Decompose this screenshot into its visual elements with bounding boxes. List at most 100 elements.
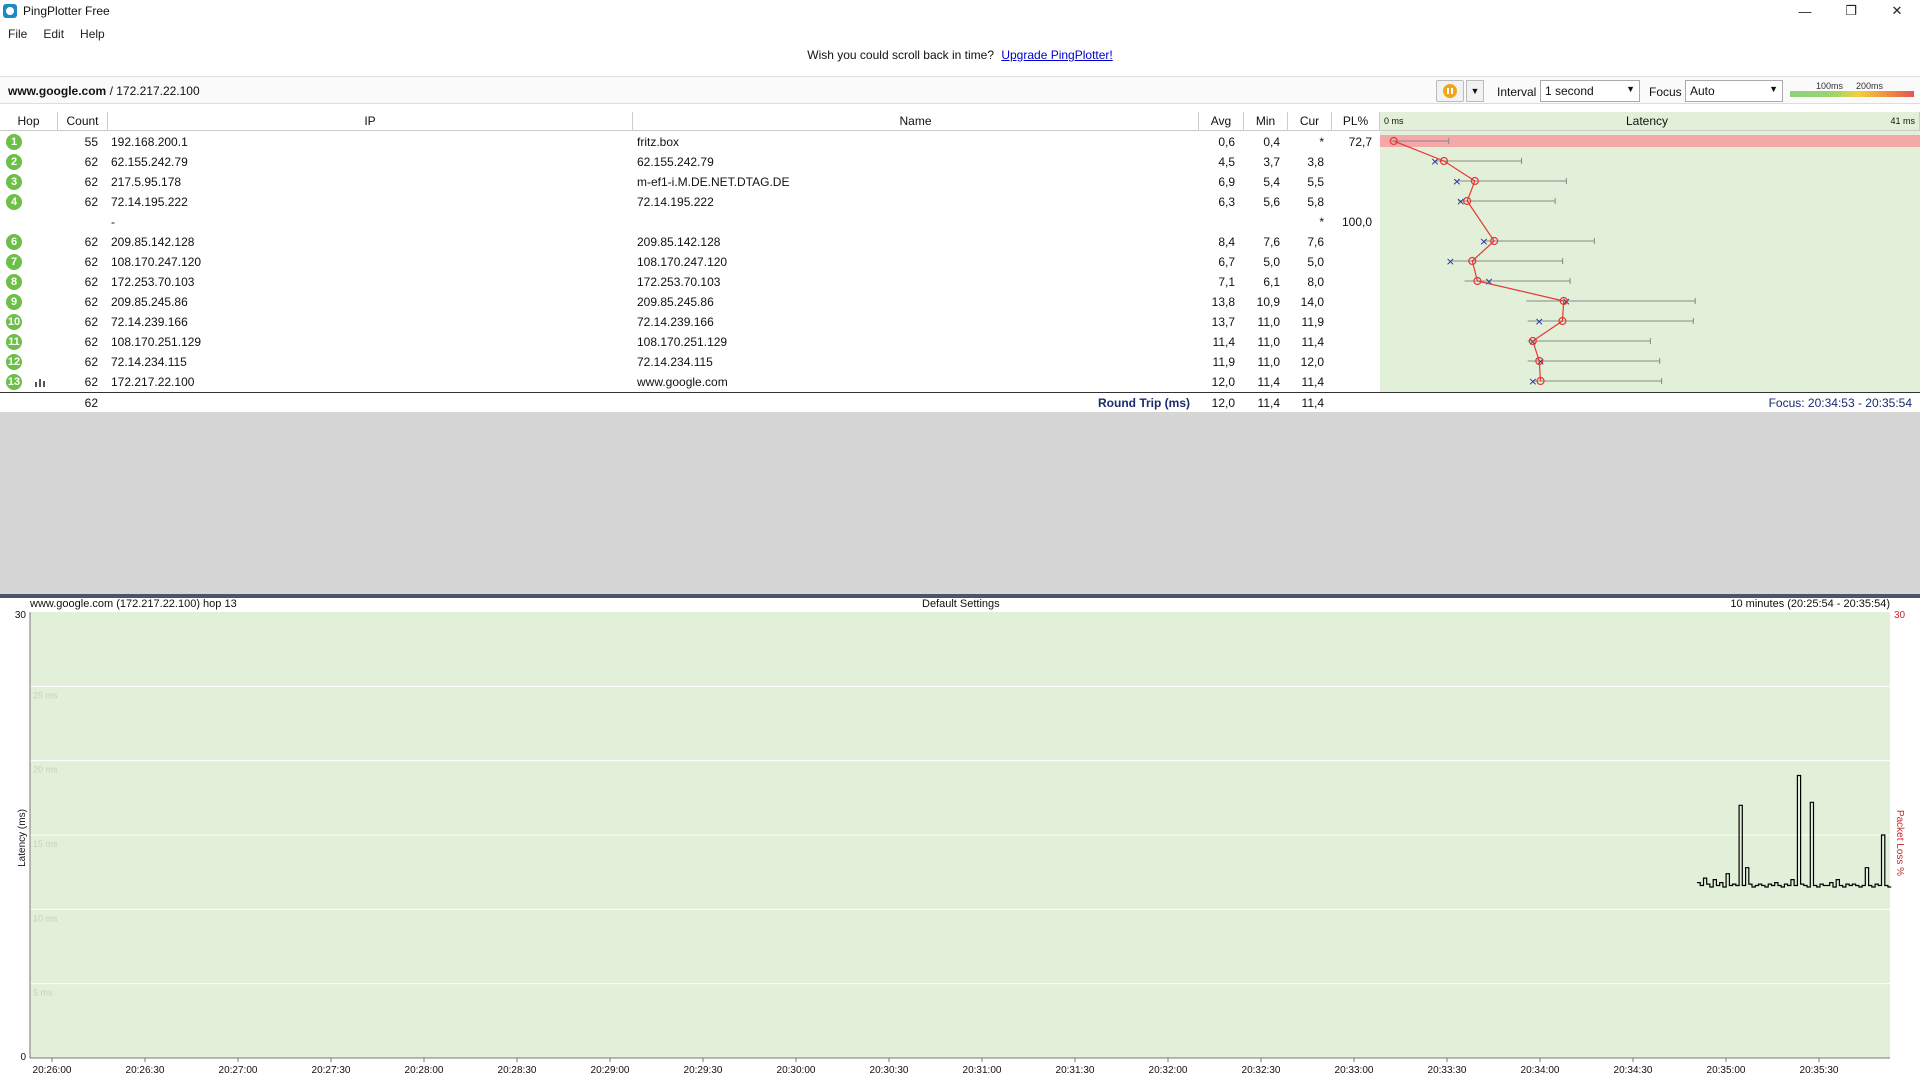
x-tick-label: 20:32:00 [1149,1065,1188,1076]
upgrade-banner: Wish you could scroll back in time? Upgr… [0,48,1920,66]
hop-name: m-ef1-i.M.DE.NET.DTAG.DE [637,175,790,189]
table-row[interactable]: 1 55 192.168.200.1 fritz.box 0,6 0,4 * 72,7 [0,132,1380,152]
hop-cur: 5,8 [1307,195,1324,209]
col-header-avg[interactable]: Avg [1199,112,1244,131]
hop-avg: 0,6 [1218,135,1235,149]
target-address[interactable]: www.google.com / 172.217.22.100 [8,84,200,98]
close-button[interactable]: ✕ [1874,0,1920,22]
table-row[interactable]: 7 62 108.170.247.120 108.170.247.120 6,7 5,0 5… [0,252,1380,272]
hop-cur: * [1319,215,1324,229]
table-row[interactable]: 6 62 209.85.142.128 209.85.142.128 8,4 7,6 7,6 [0,232,1380,252]
y-tick-label: 5 ms [33,988,53,998]
col-header-count[interactable]: Count [58,112,108,131]
hop-count: 62 [84,335,98,349]
chevron-down-icon: ▼ [1769,84,1778,94]
hop-min: 7,6 [1263,235,1280,249]
table-row[interactable]: 12 62 72.14.234.115 72.14.234.115 11,9 11,0 12… [0,352,1380,372]
pause-icon [1443,84,1457,98]
round-trip-cur: 11,4 [1301,396,1324,410]
col-header-name[interactable]: Name [633,112,1199,131]
window-title: PingPlotter Free [23,4,110,18]
menu-bar: File Edit Help [0,24,113,44]
target-ip: / 172.217.22.100 [106,84,200,98]
col-header-cur[interactable]: Cur [1288,112,1332,131]
y-axis-min-label: 0 [20,1052,26,1063]
minimize-button[interactable]: — [1782,0,1828,22]
menu-file[interactable]: File [0,27,35,41]
hop-number-badge: 9 [6,294,22,310]
hop-cur: * [1319,135,1324,149]
table-row[interactable]: 4 62 72.14.195.222 72.14.195.222 6,3 5,6 5,8 [0,192,1380,212]
y-axis-title: Latency (ms) [17,809,28,867]
col-header-pl[interactable]: PL% [1332,112,1380,131]
x-tick-label: 20:32:30 [1242,1065,1281,1076]
latency-header-label: Latency [1625,114,1669,128]
current-latency-marker: × [1535,315,1544,328]
interval-label: Interval [1497,85,1537,99]
col-header-latency[interactable]: 0 ms Latency 41 ms [1380,112,1920,131]
hop-min: 5,0 [1263,255,1280,269]
timeline-svg: 25 ms 20 ms 15 ms 10 ms 5 ms 30 0 30 Latency (ms… [15,610,1906,1076]
focus-select[interactable]: Auto ▼ [1685,80,1783,102]
hop-ip: 108.170.251.129 [111,335,202,349]
hop-ip: 108.170.247.120 [111,255,202,269]
hop-number-badge: 1 [6,134,22,150]
hop-ip: 62.155.242.79 [111,155,188,169]
hop-avg: 7,1 [1218,275,1235,289]
hop-min: 11,0 [1257,335,1280,349]
table-row[interactable]: - * 100,0 [0,212,1380,232]
table-row[interactable]: 2 62 62.155.242.79 62.155.242.79 4,5 3,7 3,8 [0,152,1380,172]
table-row[interactable]: 13 62 172.217.22.100 www.google.com 12,0 11,4… [0,372,1380,392]
col-header-min[interactable]: Min [1244,112,1288,131]
hop-name: 172.253.70.103 [637,275,721,289]
x-tick-label: 20:35:00 [1707,1065,1746,1076]
round-trip-row: 62 Round Trip (ms) 12,0 11,4 11,4 Focus:… [0,393,1920,413]
interval-value: 1 second [1545,84,1594,98]
latency-max-label: 41 ms [1890,116,1915,126]
scale-200-label: 200ms [1856,81,1884,91]
timeline-graph[interactable]: www.google.com (172.217.22.100) hop 13 D… [0,598,1920,1080]
latency-graph-area[interactable]: × × × × × × × × × × × [1380,131,1920,392]
col-header-ip[interactable]: IP [108,112,633,131]
hop-name: 108.170.251.129 [637,335,728,349]
hop-number-badge: 11 [6,334,22,350]
hop-ip: 209.85.142.128 [111,235,195,249]
menu-help[interactable]: Help [72,27,113,41]
focus-value: Auto [1690,84,1715,98]
upgrade-link[interactable]: Upgrade PingPlotter! [1001,48,1112,62]
menu-edit[interactable]: Edit [35,27,72,41]
scale-100-label: 100ms [1816,81,1844,91]
table-row[interactable]: 9 62 209.85.245.86 209.85.245.86 13,8 10,9 14,… [0,292,1380,312]
maximize-button[interactable]: ❐ [1828,0,1874,22]
x-tick-label: 20:26:00 [33,1065,72,1076]
hop-avg: 6,9 [1218,175,1235,189]
hop-min: 3,7 [1263,155,1280,169]
hop-ip: 192.168.200.1 [111,135,188,149]
graph-shown-icon[interactable] [34,377,46,387]
table-row[interactable]: 11 62 108.170.251.129 108.170.251.129 11,4 11… [0,332,1380,352]
x-tick-label: 20:34:00 [1521,1065,1560,1076]
table-row[interactable]: 8 62 172.253.70.103 172.253.70.103 7,1 6,1 8,0 [0,272,1380,292]
col-header-hop[interactable]: Hop [0,112,58,131]
hop-min: 5,6 [1263,195,1280,209]
table-row[interactable]: 3 62 217.5.95.178 m-ef1-i.M.DE.NET.DTAG.DE 6… [0,172,1380,192]
pause-dropdown-button[interactable]: ▼ [1466,80,1484,102]
pause-button[interactable] [1436,80,1464,102]
table-row[interactable]: 10 62 72.14.239.166 72.14.239.166 13,7 11,0 11… [0,312,1380,332]
hop-cur: 8,0 [1307,275,1324,289]
hop-count: 62 [84,155,98,169]
hop-ip: - [111,215,115,229]
current-latency-marker: × [1452,175,1461,188]
hop-count: 62 [84,355,98,369]
x-tick-label: 20:28:30 [498,1065,537,1076]
y-tick-label: 20 ms [33,765,58,775]
current-latency-marker: × [1484,275,1493,288]
hop-packet-loss: 72,7 [1348,135,1372,149]
interval-select[interactable]: 1 second ▼ [1540,80,1640,102]
hop-min: 6,1 [1263,275,1280,289]
current-latency-marker: × [1528,375,1537,388]
hop-number-badge: 4 [6,194,22,210]
x-tick-label: 20:33:00 [1335,1065,1374,1076]
hop-cur: 12,0 [1300,355,1324,369]
hop-min: 11,0 [1257,355,1280,369]
